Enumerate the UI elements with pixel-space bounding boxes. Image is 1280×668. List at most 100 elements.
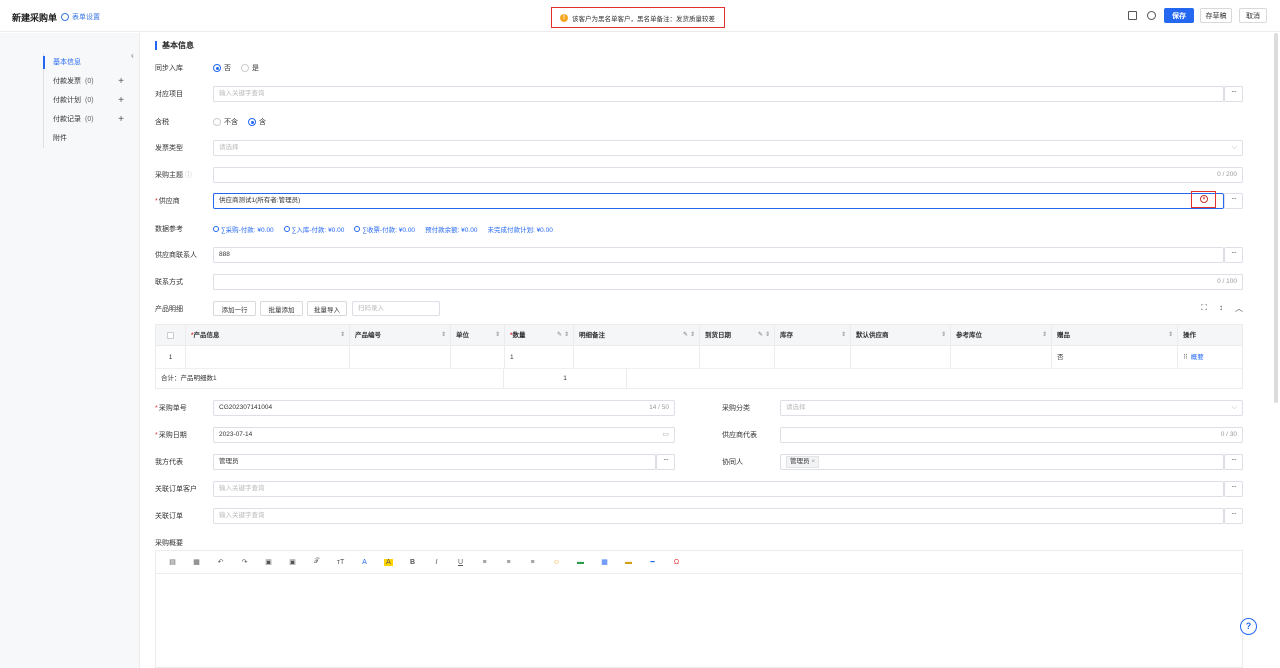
scan-input[interactable]: 扫码录入 [352,301,440,316]
scrollbar[interactable] [1274,33,1278,403]
supplier-contact-more-button[interactable]: ··· [1224,247,1243,263]
invoice-type-select[interactable]: 请选择 ⌵ [213,140,1243,156]
nav-item-payment-plan[interactable]: 付款计划 (0) + [44,91,128,110]
expand-icon[interactable]: ↕ [1219,303,1223,314]
supplier-more-button[interactable]: ··· [1224,193,1243,209]
monitor-icon[interactable] [1128,11,1137,20]
th-gift[interactable]: 赠品 ⇕ [1052,325,1178,345]
align-center-icon[interactable]: ≡ [504,559,513,566]
radio-dot [241,64,249,72]
plus-icon[interactable]: + [118,91,124,110]
th-remark[interactable]: 明细备注 ✎ ⇕ [574,325,700,345]
ref-stock-payment[interactable]: ∑入库-付款: ¥0.00 [283,224,344,234]
th-quantity[interactable]: *数量 ✎ ⇕ [505,325,574,345]
redo-icon[interactable]: ↷ [240,558,249,566]
radio-yes[interactable]: 是 [241,63,259,73]
cell-quantity[interactable]: 1 [505,346,574,368]
nav-item-basic-info[interactable]: 基本信息 [43,53,128,72]
template-icon[interactable]: ▦ [192,558,201,566]
source-icon[interactable]: ▤ [168,558,177,566]
font-color-icon[interactable]: A [360,559,369,566]
bold-icon[interactable]: B [408,559,417,566]
ref-purchase-payment[interactable]: ∑采购-付款: ¥0.00 [213,224,274,234]
cell-product-info[interactable] [186,346,350,368]
cell-gift[interactable]: 否 [1052,346,1178,368]
th-stock[interactable]: 库存 ⇕ [775,325,851,345]
our-rep-more-button[interactable]: ··· [656,454,675,470]
add-row-button[interactable]: 添加一行 [213,301,256,316]
paste-text-icon[interactable]: ▣ [288,558,297,566]
plus-icon[interactable]: + [118,72,124,91]
project-input[interactable]: 输入关键字查询 [213,86,1224,102]
highlight-icon[interactable]: A [384,558,393,566]
help-button[interactable]: ? [1240,618,1257,635]
image-icon[interactable]: ▬ [576,559,585,566]
field-label: 我方代表 [155,459,183,466]
clear-supplier-button[interactable]: × [1191,191,1216,208]
th-product-code[interactable]: 产品编号 ⇕ [350,325,451,345]
cell-remark[interactable] [574,346,700,368]
save-draft-button[interactable]: 存草稿 [1200,8,1232,23]
close-icon[interactable]: × [811,458,815,465]
ref-invoice-payment[interactable]: ∑收票-付款: ¥0.00 [354,224,415,234]
nav-item-attachment[interactable]: 附件 [44,129,128,148]
category-select[interactable]: 请选择 ⌵ [780,400,1243,416]
supplier-contact-input[interactable]: 888 [213,247,1224,263]
th-unit[interactable]: 单位 ⇕ [451,325,505,345]
fullscreen-icon[interactable]: ⛶ [1201,303,1207,314]
field-label: *采购单号 [155,405,187,412]
th-arrival-date[interactable]: 到货日期 ✎ ⇕ [700,325,775,345]
italic-icon[interactable]: I [432,559,441,566]
batch-import-button[interactable]: 批量导入 [307,301,347,316]
order-no-input[interactable]: CG202307141004 14 / 50 [213,400,675,416]
linked-order-input[interactable]: 输入关键字查询 [213,508,1224,524]
linked-customer-input[interactable]: 输入关键字查询 [213,481,1224,497]
project-more-button[interactable]: ··· [1224,86,1243,102]
collaborator-more-button[interactable]: ··· [1224,454,1243,470]
our-rep-input[interactable]: 管理员 [213,454,656,470]
undo-icon[interactable]: ↶ [216,558,225,566]
radio-tax-excluded[interactable]: 不含 [213,117,238,127]
media-icon[interactable]: ▬ [624,559,633,566]
summary-link[interactable]: 概要 [1191,354,1204,361]
nav-item-payment-record[interactable]: 付款记录 (0) + [44,110,128,129]
cell-arrival-date[interactable] [700,346,775,368]
save-button[interactable]: 保存 [1164,8,1194,23]
radio-tax-included[interactable]: 含 [248,117,266,127]
contact-input[interactable]: 0 / 100 [213,274,1243,290]
batch-add-button[interactable]: 批量添加 [260,301,303,316]
th-ref-location[interactable]: 参考库位 ⇕ [951,325,1052,345]
nav-item-payment-invoice[interactable]: 付款发票 (0) + [44,72,128,91]
supplier-input[interactable]: 供应商测试1(所有者:管理员) [213,193,1224,209]
sort-icon: ⇕ [1041,332,1047,338]
underline-icon[interactable]: U [456,559,465,566]
paste-icon[interactable]: ▣ [264,558,273,566]
th-default-supplier[interactable]: 默认供应商 ⇕ [851,325,951,345]
font-size-icon[interactable]: ᴛT [336,559,345,566]
chevron-up-icon[interactable]: ︿ [1235,303,1243,314]
form-settings-link[interactable]: 表单设置 [61,12,100,22]
align-right-icon[interactable]: ≡ [528,559,537,566]
plus-icon[interactable]: + [118,110,124,129]
linked-customer-more-button[interactable]: ··· [1224,481,1243,497]
cancel-button[interactable]: 取消 [1239,8,1267,23]
special-char-icon[interactable]: Ω [672,559,681,566]
emoji-icon[interactable]: ☺ [552,559,561,566]
supplier-rep-input[interactable]: 0 / 30 [780,427,1243,443]
font-family-icon[interactable]: 𝒯 [312,558,321,566]
history-icon[interactable] [1147,11,1156,20]
collaborator-tag: 管理员 × [786,456,820,468]
th-product-info[interactable]: *产品信息 ⇕ [186,325,350,345]
subject-input[interactable]: 0 / 200 [213,167,1243,183]
linked-order-more-button[interactable]: ··· [1224,508,1243,524]
drag-handle-icon[interactable]: ⠿ [1183,354,1188,361]
radio-no[interactable]: 否 [213,63,231,73]
collapse-sidebar-icon[interactable]: ‹ [131,51,134,60]
summary-editor[interactable] [155,574,1243,668]
horizontal-rule-icon[interactable]: ━ [648,558,657,566]
select-all-checkbox[interactable] [167,331,174,339]
order-date-input[interactable]: 2023-07-14 ▭ [213,427,675,443]
collaborator-input[interactable]: 管理员 × [780,454,1224,470]
align-left-icon[interactable]: ≡ [480,559,489,566]
table-icon[interactable]: ▦ [600,558,609,566]
